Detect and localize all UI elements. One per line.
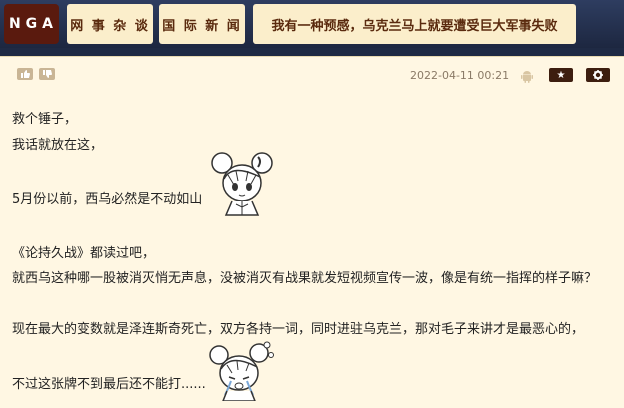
thumb-down-icon[interactable] xyxy=(39,68,55,80)
post-line: 5月份以前，西乌必然是不动如山 xyxy=(12,192,203,207)
post-container: 2022-04-11 00:21 ★ 救个锤子， 我话就放在这， 5月份以前，西… xyxy=(0,56,624,408)
top-navigation-bar: NGA 网 事 杂 谈 国 际 新 闻 我有一种预感，乌克兰马上就要遭受巨大军事… xyxy=(0,0,624,48)
thumb-up-icon[interactable] xyxy=(17,68,33,80)
post-line: 就西乌这种哪一股被消灭悄无声息，没被消灭有战果就发短视频宣传一波，像是有统一指挥… xyxy=(12,271,598,286)
post-line: 《论持久战》都读过吧， xyxy=(12,246,156,261)
post-date: 2022-04-11 00:21 xyxy=(410,69,510,82)
breadcrumb-forum[interactable]: 网 事 杂 谈 xyxy=(67,4,153,44)
breadcrumb-section[interactable]: 国 际 新 闻 xyxy=(159,4,245,44)
breadcrumb-thread-title[interactable]: 我有一种预感，乌克兰马上就要遭受巨大军事失败 xyxy=(253,4,576,44)
post-line: 救个锤子， xyxy=(12,112,78,127)
gear-icon[interactable] xyxy=(586,68,610,82)
sticker-crying-girl xyxy=(209,341,274,401)
post-line: 现在最大的变数就是泽连斯奇死亡，双方各持一词，同时进驻乌克兰，那对毛子来讲才是最… xyxy=(12,322,585,337)
post-toolbar: 2022-04-11 00:21 ★ xyxy=(0,57,624,93)
nga-logo[interactable]: NGA xyxy=(4,4,59,44)
android-icon xyxy=(521,68,533,83)
star-icon[interactable]: ★ xyxy=(549,68,573,82)
post-line: 我话就放在这， xyxy=(12,138,104,153)
sticker-girl-buns xyxy=(211,152,273,216)
post-line: 不过这张牌不到最后还不能打...... xyxy=(12,377,206,392)
